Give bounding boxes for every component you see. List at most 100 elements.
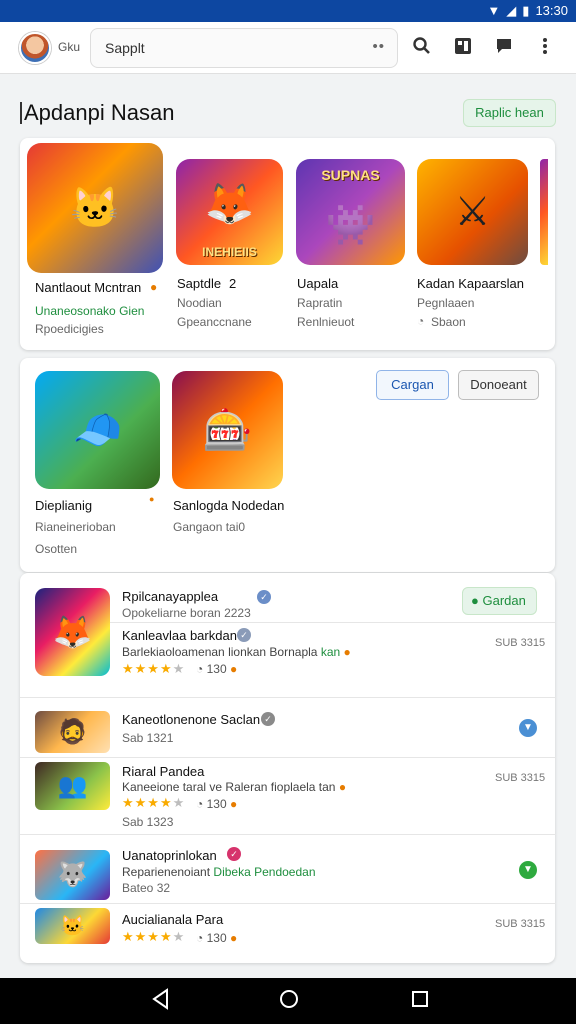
list-item-5-count: ◔ 130 ● xyxy=(196,931,238,945)
verified-icon: ✓ xyxy=(257,590,271,604)
app-meta-1: Rpoedicigies xyxy=(35,322,104,336)
section-title: Apdanpi Nasan xyxy=(19,100,175,125)
recents-icon[interactable] xyxy=(410,988,430,1015)
search-input-value: Sapplt xyxy=(105,40,145,56)
section-action-button[interactable]: Raplic hean xyxy=(463,99,556,127)
divider xyxy=(110,622,555,623)
list-item-3-count: ◔ 130 ● xyxy=(196,797,238,811)
divider xyxy=(20,903,556,904)
list-item-4-sub: Bateo 32 xyxy=(122,881,171,895)
app-icon-4[interactable]: ⚔ xyxy=(417,159,528,265)
back-icon[interactable] xyxy=(151,988,171,1015)
app-icon-5-peek[interactable] xyxy=(540,159,548,265)
clock-icon: ◔ xyxy=(417,314,425,328)
list-item-3-desc: Kaneeione taral ve Raleran fioplaela tan… xyxy=(122,780,347,794)
warrior-icon: ⚔ xyxy=(454,190,491,234)
boy-icon: 🧢 xyxy=(72,408,123,453)
more-vert-icon[interactable] xyxy=(533,36,557,60)
app-name-4: Kadan Kapaarslan xyxy=(417,276,524,291)
list-item-1-icon[interactable]: 🦊 xyxy=(35,588,110,676)
list-item-3-icon[interactable]: 👥 xyxy=(35,762,110,810)
status-bar: ▼ ◢ ▮ 13:30 xyxy=(0,0,576,22)
list-item-2-title: Kaneotlonenone Saclan xyxy=(122,712,261,727)
list-item-3-size: SUB 3315 xyxy=(495,772,546,784)
list-item-5-icon[interactable]: 🐱 xyxy=(35,908,110,944)
verified-icon: ✓ xyxy=(227,847,241,861)
search-icon[interactable] xyxy=(410,36,434,60)
app-sub-2: Noodian xyxy=(177,296,222,310)
list-item-1-size: SUB 3315 xyxy=(495,637,546,649)
list-item-4-download-button[interactable]: ▼ xyxy=(519,861,537,879)
character-icon: 🐺 xyxy=(57,861,88,889)
list-item-1-title: Rpilcanayapplea xyxy=(122,589,219,604)
list-item-1-rating: ★★★★★ xyxy=(122,661,186,676)
people-icon: 👥 xyxy=(57,772,88,800)
list-item-5-title: Aucialianala Para xyxy=(122,912,224,927)
list-item-1-desc: Barlekiaoloamenan lionkan Bornapla kan ● xyxy=(122,645,351,659)
list-item-2-icon[interactable]: 🧔 xyxy=(35,711,110,753)
puzzle-icon: 🎰 xyxy=(202,408,253,453)
fox-icon: 🦊 xyxy=(52,614,93,650)
app-name-6: Dieplianig xyxy=(35,498,93,513)
app-sub-3: Rapratin xyxy=(297,296,343,310)
verified-icon: ✓ xyxy=(237,628,251,642)
list-item-5-rating: ★★★★★ xyxy=(122,929,186,944)
list-item-5-size: SUB 3315 xyxy=(495,918,546,930)
app-badge-2: 2 xyxy=(229,276,237,291)
account-label: Gku xyxy=(58,40,81,54)
list-item-2-sub: Sab 1321 xyxy=(122,731,174,745)
signal-icon: ◢ xyxy=(506,3,517,18)
search-input[interactable]: Sapplt •• xyxy=(90,28,398,68)
avatar[interactable] xyxy=(19,32,51,64)
list-item-4-icon[interactable]: 🐺 xyxy=(35,850,110,900)
app-meta-3: Renlnieuot xyxy=(297,315,355,329)
list-item-3-rating: ★★★★★ xyxy=(122,795,186,810)
fox-icon: 🦊 xyxy=(204,182,255,227)
app-bar: Gku Sapplt •• xyxy=(0,22,576,74)
app-icon-7[interactable]: 🎰 xyxy=(172,371,283,489)
battery-icon: ▮ xyxy=(522,3,530,18)
app-meta-6: Osotten xyxy=(35,542,78,556)
list-item-1-get-button[interactable]: ● Gardan xyxy=(462,587,537,615)
status-time: 13:30 xyxy=(535,3,568,18)
app-badge-1: ● xyxy=(150,280,158,294)
app-icon-2[interactable]: 🦊 INEHIEIIS xyxy=(176,159,283,265)
character-icon: 🧔 xyxy=(57,718,88,746)
app-icon-1[interactable]: 🐱 xyxy=(27,143,163,273)
app-icon-2-label: INEHIEIIS xyxy=(202,245,257,259)
chat-icon[interactable] xyxy=(492,36,516,60)
list-item-1-count: ◔ 130 ● xyxy=(196,662,238,676)
list-item-1-name: Kanleavlaa barkdan xyxy=(122,628,237,643)
verified-icon: ✓ xyxy=(261,712,275,726)
home-icon[interactable] xyxy=(278,988,300,1015)
app-name-3: Uapala xyxy=(297,276,339,291)
list-item-4-desc: Reparienenoiant Dibeka Pendoedan xyxy=(122,865,316,879)
divider xyxy=(20,757,556,758)
list-item-3-title: Riaral Pandea xyxy=(122,764,205,779)
cat-icon: 🐱 xyxy=(60,915,85,938)
divider xyxy=(20,697,556,698)
app-sub-7: Gangaon tai0 xyxy=(173,520,246,534)
system-nav-bar xyxy=(0,978,576,1024)
list-item-2-download-button[interactable]: ▼ xyxy=(519,719,537,737)
cat-icon: 🐱 xyxy=(70,186,120,231)
list-item-4-title: Uanatoprinlokan xyxy=(122,848,217,863)
monster-icon: 👾 xyxy=(325,203,376,248)
app-icon-6[interactable]: 🧢 xyxy=(35,371,160,489)
app-name-7: Sanlogda Nodedan xyxy=(173,498,285,513)
app-icon-3[interactable]: SUPNAS 👾 xyxy=(296,159,405,265)
search-more-icon[interactable]: •• xyxy=(372,38,385,55)
app-icon-3-label: SUPNAS xyxy=(321,167,380,183)
wifi-icon: ▼ xyxy=(487,3,501,18)
app-name-2: Saptdle xyxy=(177,276,222,291)
cargan-button[interactable]: Cargan xyxy=(376,370,449,400)
app-name-1: Nantlaout Mcntran xyxy=(35,280,142,295)
list-item-1-get-label: Gardan xyxy=(482,593,526,608)
list-item-1-sub: Opokeliarne boran 2223 xyxy=(122,606,251,620)
app-sub-1: Unaneosonako Gien xyxy=(35,304,145,318)
donoeant-button[interactable]: Donoeant xyxy=(458,370,539,400)
app-sub-6: Rianeinerioban xyxy=(35,520,116,534)
apps-icon[interactable] xyxy=(451,36,475,60)
list-item-3-sub: Sab 1323 xyxy=(122,815,174,829)
app-meta-2: Gpeanccnane xyxy=(177,315,252,329)
